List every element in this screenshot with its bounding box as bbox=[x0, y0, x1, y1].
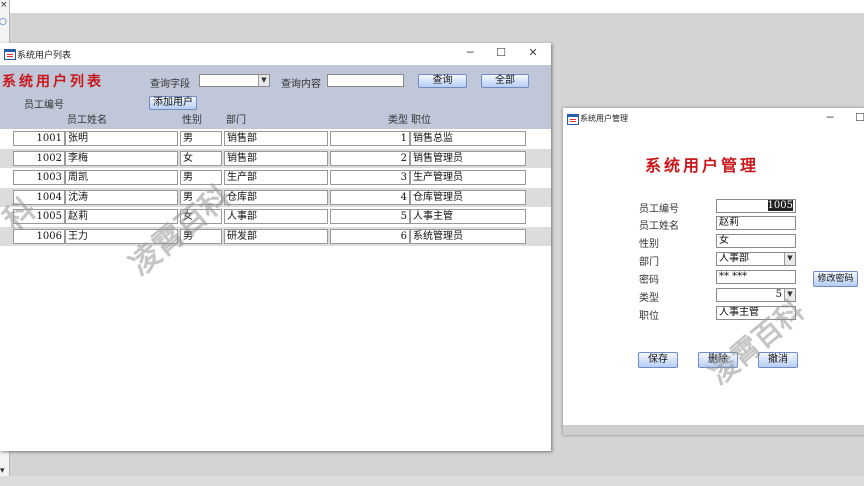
cell-position[interactable]: 销售管理员 bbox=[410, 150, 526, 166]
cell-id[interactable]: 1003 bbox=[13, 170, 65, 185]
cell-dept[interactable]: 销售部 bbox=[224, 150, 328, 166]
password-field[interactable]: ** *** bbox=[716, 270, 796, 284]
cell-gender[interactable]: 男 bbox=[180, 131, 222, 146]
query-content-input[interactable] bbox=[327, 74, 404, 87]
cell-name[interactable]: 张明 bbox=[65, 131, 178, 146]
cell-type[interactable]: 4 bbox=[330, 189, 410, 205]
maximize-icon[interactable]: ☐ bbox=[492, 45, 510, 61]
minimize-icon[interactable]: ─ bbox=[821, 110, 839, 126]
cell-position[interactable]: 销售总监 bbox=[410, 131, 526, 146]
list-header: 系统用户列表 查询字段 ▼ 查询内容 查询 全部 添加用户 员工编号 员工姓名 … bbox=[0, 65, 551, 129]
cell-id[interactable]: 1001 bbox=[13, 131, 65, 146]
user-list-titlebar[interactable]: 系统用户列表 ─ ☐ ✕ bbox=[0, 43, 551, 65]
all-button[interactable]: 全部 bbox=[481, 74, 529, 88]
column-header-position: 职位 bbox=[411, 115, 431, 126]
field-label-type: 类型 bbox=[639, 293, 659, 304]
save-button[interactable]: 保存 bbox=[638, 352, 678, 368]
cell-type[interactable]: 3 bbox=[330, 170, 410, 185]
column-header-name: 员工姓名 bbox=[67, 115, 107, 126]
cell-position[interactable]: 生产管理员 bbox=[410, 170, 526, 185]
field-label-dept: 部门 bbox=[639, 257, 659, 268]
column-header-gender: 性别 bbox=[182, 115, 202, 126]
query-field-select[interactable]: ▼ bbox=[199, 74, 270, 87]
form-icon bbox=[567, 114, 579, 125]
cell-name[interactable]: 李梅 bbox=[65, 150, 178, 166]
page-title: 系统用户管理 bbox=[645, 156, 760, 175]
field-label-id: 员工编号 bbox=[639, 204, 679, 215]
cell-position[interactable]: 人事主管 bbox=[410, 209, 526, 224]
column-header-type: 类型 bbox=[388, 115, 408, 126]
add-user-button[interactable]: 添加用户 bbox=[149, 96, 197, 110]
query-content-label: 查询内容 bbox=[281, 79, 321, 90]
table-row[interactable]: 1005 赵莉 女 人事部 5 人事主管 bbox=[0, 207, 551, 227]
table-row[interactable]: 1002 李梅 女 销售部 2 销售管理员 bbox=[0, 148, 551, 168]
cell-type[interactable]: 5 bbox=[330, 209, 410, 224]
circle-icon: ○ bbox=[0, 17, 7, 27]
chevron-down-icon[interactable]: ▼ bbox=[258, 75, 269, 86]
field-label-name: 员工姓名 bbox=[639, 221, 679, 232]
table-row[interactable]: 1004 沈涛 男 仓库部 4 仓库管理员 bbox=[0, 187, 551, 207]
cell-gender[interactable]: 女 bbox=[180, 150, 222, 166]
field-label-position: 职位 bbox=[639, 311, 659, 322]
user-manage-window: 系统用户管理 ─ ☐ 系统用户管理 员工编号 1005 员工姓名 赵莉 性别 女… bbox=[563, 108, 864, 435]
maximize-icon[interactable]: ☐ bbox=[851, 110, 864, 126]
cell-type[interactable]: 2 bbox=[330, 150, 410, 166]
cell-type[interactable]: 1 bbox=[330, 131, 410, 146]
field-label-password: 密码 bbox=[639, 275, 659, 286]
cell-position[interactable]: 系统管理员 bbox=[410, 228, 526, 244]
id-field[interactable]: 1005 bbox=[716, 199, 796, 213]
gender-field[interactable]: 女 bbox=[716, 234, 796, 248]
column-header-dept: 部门 bbox=[226, 115, 246, 126]
query-button[interactable]: 查询 bbox=[418, 74, 467, 88]
cell-dept[interactable]: 人事部 bbox=[224, 209, 328, 224]
top-bar bbox=[0, 0, 864, 13]
cell-dept[interactable]: 销售部 bbox=[224, 131, 328, 146]
cell-id[interactable]: 1002 bbox=[13, 150, 65, 166]
cell-dept[interactable]: 生产部 bbox=[224, 170, 328, 185]
chevron-down-icon[interactable]: ▼ bbox=[784, 253, 795, 265]
name-field[interactable]: 赵莉 bbox=[716, 216, 796, 230]
window-title: 系统用户管理 bbox=[580, 114, 628, 123]
bottom-edge bbox=[0, 476, 864, 486]
page-title: 系统用户列表 bbox=[2, 74, 104, 90]
minimize-icon[interactable]: ─ bbox=[461, 45, 479, 61]
scroll-arrow-icon[interactable]: ▾ bbox=[0, 466, 5, 476]
table-row[interactable]: 1006 王力 男 研发部 6 系统管理员 bbox=[0, 226, 551, 246]
form-icon bbox=[4, 49, 16, 60]
table-row[interactable]: 1001 张明 男 销售部 1 销售总监 bbox=[0, 129, 551, 149]
cell-dept[interactable]: 仓库部 bbox=[224, 189, 328, 205]
close-icon[interactable]: × bbox=[0, 0, 8, 10]
table-row[interactable]: 1003 周凯 男 生产部 3 生产管理员 bbox=[0, 168, 551, 188]
user-list-window: 系统用户列表 ─ ☐ ✕ 系统用户列表 查询字段 ▼ 查询内容 查询 全部 添加… bbox=[0, 43, 551, 451]
cell-type[interactable]: 6 bbox=[330, 228, 410, 244]
cell-name[interactable]: 周凯 bbox=[65, 170, 178, 185]
dept-select[interactable]: 人事部 ▼ bbox=[716, 252, 796, 266]
cell-position[interactable]: 仓库管理员 bbox=[410, 189, 526, 205]
change-password-button[interactable]: 修改密码 bbox=[813, 271, 858, 287]
user-manage-titlebar[interactable]: 系统用户管理 ─ ☐ bbox=[563, 108, 864, 130]
close-icon[interactable]: ✕ bbox=[524, 45, 542, 61]
query-field-label: 查询字段 bbox=[150, 79, 190, 90]
column-header-id: 员工编号 bbox=[24, 100, 64, 111]
field-label-gender: 性别 bbox=[639, 239, 659, 250]
cell-dept[interactable]: 研发部 bbox=[224, 228, 328, 244]
cell-name[interactable]: 沈涛 bbox=[65, 189, 178, 205]
window-title: 系统用户列表 bbox=[17, 51, 72, 61]
form-footer bbox=[563, 425, 864, 435]
